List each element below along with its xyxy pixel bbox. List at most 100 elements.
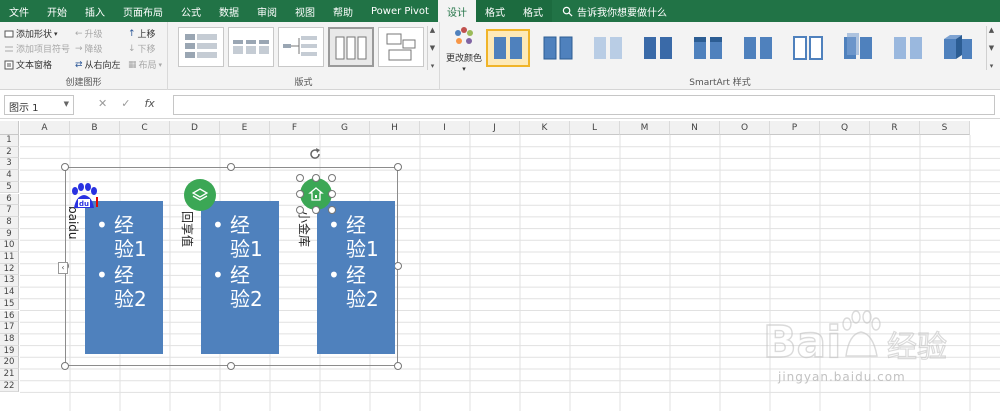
column-header-H[interactable]: H bbox=[370, 121, 420, 135]
row-header-12[interactable]: 12 bbox=[0, 263, 19, 276]
row-header-18[interactable]: 18 bbox=[0, 333, 19, 346]
row-header-21[interactable]: 21 bbox=[0, 369, 19, 381]
select-all-corner[interactable] bbox=[0, 121, 19, 135]
smartart-style-2[interactable] bbox=[536, 29, 580, 67]
icon-handle[interactable] bbox=[328, 206, 336, 214]
column-header-I[interactable]: I bbox=[420, 121, 470, 135]
tab-page-layout[interactable]: 页面布局 bbox=[114, 0, 172, 22]
layouts-gallery-scroll[interactable]: ▲ ▼ ▾ bbox=[427, 26, 437, 70]
column-header-K[interactable]: K bbox=[520, 121, 570, 135]
row-header-20[interactable]: 20 bbox=[0, 357, 19, 369]
column-header-O[interactable]: O bbox=[720, 121, 770, 135]
row-header-5[interactable]: 5 bbox=[0, 181, 19, 194]
column-header-S[interactable]: S bbox=[920, 121, 970, 135]
tell-me-search[interactable]: 告诉我你想要做什么 bbox=[552, 0, 667, 22]
column-header-P[interactable]: P bbox=[770, 121, 820, 135]
tab-format-smartart[interactable]: 格式 bbox=[475, 0, 514, 22]
column-header-G[interactable]: G bbox=[320, 121, 370, 135]
column-header-D[interactable]: D bbox=[170, 121, 220, 135]
column-header-F[interactable]: F bbox=[270, 121, 320, 135]
tab-data[interactable]: 数据 bbox=[210, 0, 248, 22]
move-down-button[interactable]: ↓ 下移 bbox=[128, 42, 156, 56]
demote-button[interactable]: → 降级 bbox=[75, 42, 103, 56]
resize-handle-br[interactable] bbox=[394, 362, 402, 370]
name-box[interactable]: 图示 1 ▼ bbox=[4, 95, 74, 115]
enter-check-icon[interactable]: ✓ bbox=[121, 97, 130, 110]
row-header-6[interactable]: 6 bbox=[0, 193, 19, 206]
icon-handle[interactable] bbox=[296, 206, 304, 214]
resize-handle-tr[interactable] bbox=[394, 163, 402, 171]
row-header-15[interactable]: 15 bbox=[0, 298, 19, 311]
column-header-M[interactable]: M bbox=[620, 121, 670, 135]
row-header-17[interactable]: 17 bbox=[0, 322, 19, 334]
tab-help[interactable]: 帮助 bbox=[324, 0, 362, 22]
row-header-4[interactable]: 4 bbox=[0, 170, 19, 182]
layout-option-4-selected[interactable] bbox=[328, 27, 374, 67]
layout-option-5[interactable] bbox=[378, 27, 424, 67]
column-header-Q[interactable]: Q bbox=[820, 121, 870, 135]
row-header-9[interactable]: 9 bbox=[0, 228, 19, 241]
tab-review[interactable]: 审阅 bbox=[248, 0, 286, 22]
resize-handle-mr[interactable] bbox=[394, 262, 402, 270]
insert-function-icon[interactable]: fx bbox=[144, 97, 154, 110]
smartart-style-6[interactable] bbox=[736, 29, 780, 67]
text-pane-toggle[interactable]: ‹ bbox=[58, 262, 68, 274]
tab-power-pivot[interactable]: Power Pivot bbox=[362, 0, 438, 22]
icon-handle[interactable] bbox=[312, 206, 320, 214]
tab-home[interactable]: 开始 bbox=[38, 0, 76, 22]
tab-file[interactable]: 文件 bbox=[0, 0, 38, 22]
row-header-13[interactable]: 13 bbox=[0, 275, 19, 288]
row-header-2[interactable]: 2 bbox=[0, 146, 19, 159]
column-header-E[interactable]: E bbox=[220, 121, 270, 135]
add-bullet-button[interactable]: 添加项目符号 bbox=[4, 42, 70, 55]
row-header-1[interactable]: 1 bbox=[0, 135, 19, 147]
smartart-style-5[interactable] bbox=[686, 29, 730, 67]
change-colors-button[interactable]: 更改颜色 ▾ bbox=[446, 26, 482, 73]
icon-handle[interactable] bbox=[312, 174, 320, 182]
layout-option-1[interactable] bbox=[178, 27, 224, 67]
tab-formulas[interactable]: 公式 bbox=[172, 0, 210, 22]
layout-option-2[interactable] bbox=[228, 27, 274, 67]
smartart-style-9[interactable] bbox=[886, 29, 930, 67]
cancel-icon[interactable]: ✕ bbox=[98, 97, 107, 110]
tab-design[interactable]: 设计 bbox=[437, 0, 476, 22]
add-shape-button[interactable]: 添加形状 ▾ bbox=[4, 27, 58, 40]
column-header-N[interactable]: N bbox=[670, 121, 720, 135]
column-header-L[interactable]: L bbox=[570, 121, 620, 135]
styles-gallery-scroll[interactable]: ▲ ▼ ▾ bbox=[986, 26, 996, 70]
layout-option-3[interactable] bbox=[278, 27, 324, 67]
column-header-A[interactable]: A bbox=[20, 121, 70, 135]
layout-dropdown-button[interactable]: ▦ 布局 ▾ bbox=[128, 58, 162, 72]
row-header-16[interactable]: 16 bbox=[0, 310, 19, 323]
tab-view[interactable]: 视图 bbox=[286, 0, 324, 22]
icon-handle[interactable] bbox=[328, 174, 336, 182]
column-header-C[interactable]: C bbox=[120, 121, 170, 135]
column-header-B[interactable]: B bbox=[70, 121, 120, 135]
resize-handle-bm[interactable] bbox=[227, 362, 235, 370]
smartart-style-7[interactable] bbox=[786, 29, 830, 67]
row-header-22[interactable]: 22 bbox=[0, 380, 19, 393]
icon-handle[interactable] bbox=[296, 174, 304, 182]
tab-insert[interactable]: 插入 bbox=[76, 0, 114, 22]
right-to-left-button[interactable]: ⇄ 从右向左 bbox=[75, 58, 121, 72]
row-header-19[interactable]: 19 bbox=[0, 345, 19, 358]
promote-button[interactable]: ← 升级 bbox=[75, 27, 103, 41]
smartart-style-4[interactable] bbox=[636, 29, 680, 67]
icon-handle[interactable] bbox=[296, 190, 304, 198]
column-header-J[interactable]: J bbox=[470, 121, 520, 135]
row-header-8[interactable]: 8 bbox=[0, 216, 19, 229]
resize-handle-tm[interactable] bbox=[227, 163, 235, 171]
text-pane-button[interactable]: 文本窗格 bbox=[4, 58, 52, 71]
formula-input[interactable] bbox=[173, 95, 995, 115]
resize-handle-tl[interactable] bbox=[61, 163, 69, 171]
row-header-10[interactable]: 10 bbox=[0, 240, 19, 252]
resize-handle-bl[interactable] bbox=[61, 362, 69, 370]
smartart-style-10[interactable] bbox=[936, 29, 980, 67]
row-header-14[interactable]: 14 bbox=[0, 287, 19, 299]
row-header-11[interactable]: 11 bbox=[0, 252, 19, 264]
row-header-3[interactable]: 3 bbox=[0, 158, 19, 171]
rotate-handle-icon[interactable] bbox=[307, 146, 323, 162]
move-up-button[interactable]: ↑ 上移 bbox=[128, 27, 156, 41]
row-header-7[interactable]: 7 bbox=[0, 205, 19, 217]
smartart-style-3[interactable] bbox=[586, 29, 630, 67]
